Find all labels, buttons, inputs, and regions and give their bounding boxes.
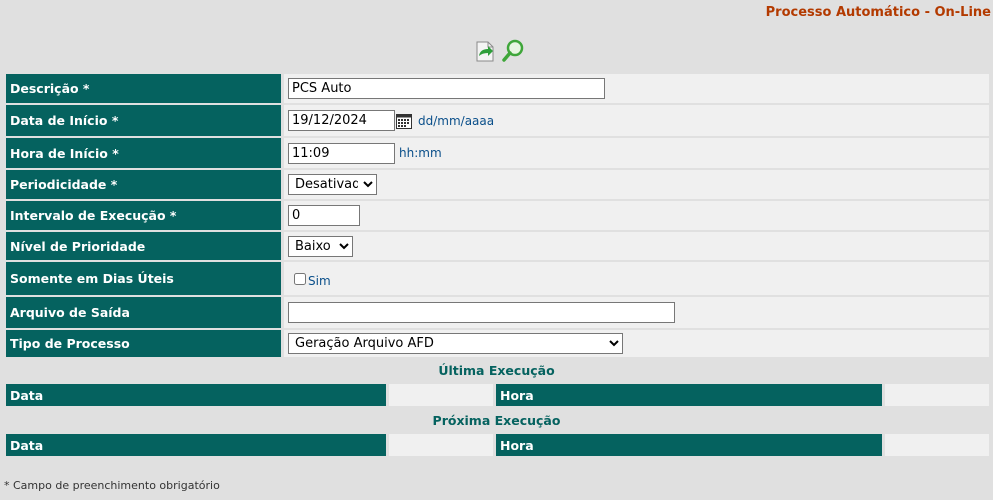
dias-uteis-option-label[interactable]: Sim [308, 274, 331, 288]
date-format-hint: dd/mm/aaaa [418, 113, 495, 128]
tipo-processo-label: Tipo de Processo [6, 330, 281, 357]
ultima-data-value [389, 384, 493, 406]
row-periodicidade: Periodicidade * Desativado [6, 170, 989, 199]
arquivo-saida-label: Arquivo de Saída [6, 297, 281, 328]
search-icon[interactable] [500, 38, 526, 64]
proxima-execucao-row: Data Hora [6, 434, 989, 456]
row-dias-uteis: Somente em Dias Úteis Sim [6, 262, 989, 295]
intervalo-input[interactable] [288, 205, 360, 226]
tipo-processo-select[interactable]: Geração Arquivo AFD [288, 333, 623, 354]
data-inicio-input[interactable] [288, 110, 395, 131]
row-hora-inicio: Hora de Início * hh:mm [6, 138, 989, 168]
save-export-icon[interactable] [472, 38, 498, 64]
row-prioridade: Nível de Prioridade Baixo [6, 232, 989, 260]
intervalo-label: Intervalo de Execução * [6, 201, 281, 230]
descricao-label: Descrição * [6, 74, 281, 103]
row-descricao: Descrição * [6, 74, 989, 103]
row-arquivo-saida: Arquivo de Saída [6, 297, 989, 328]
periodicidade-select[interactable]: Desativado [288, 174, 377, 195]
prioridade-select[interactable]: Baixo [288, 235, 353, 257]
data-inicio-label: Data de Início * [6, 105, 281, 136]
descricao-input[interactable] [288, 78, 605, 99]
dias-uteis-label: Somente em Dias Úteis [6, 262, 281, 295]
row-tipo-processo: Tipo de Processo Geração Arquivo AFD [6, 330, 989, 357]
periodicidade-label: Periodicidade * [6, 170, 281, 199]
proxima-data-value [389, 434, 493, 456]
calendar-icon[interactable] [396, 113, 412, 129]
proxima-hora-label: Hora [496, 434, 882, 456]
required-field-footnote: * Campo de preenchimento obrigatório [4, 479, 220, 492]
arquivo-saida-input[interactable] [288, 302, 675, 323]
time-format-hint: hh:mm [399, 146, 442, 160]
ultima-hora-value [885, 384, 989, 406]
ultima-data-label: Data [6, 384, 386, 406]
ultima-execucao-row: Data Hora [6, 384, 989, 406]
hora-inicio-label: Hora de Início * [6, 138, 281, 168]
prioridade-label: Nível de Prioridade [6, 232, 281, 260]
ultima-hora-label: Hora [496, 384, 882, 406]
row-intervalo: Intervalo de Execução * [6, 201, 989, 230]
proxima-execucao-title: Próxima Execução [432, 413, 561, 428]
dias-uteis-checkbox[interactable] [294, 272, 306, 285]
proxima-hora-value [885, 434, 989, 456]
hora-inicio-input[interactable] [288, 142, 395, 164]
row-data-inicio: Data de Início * dd/mm/aaaa [6, 105, 989, 136]
page-title: Processo Automático - On-Line [765, 5, 991, 20]
proxima-data-label: Data [6, 434, 386, 456]
ultima-execucao-title: Última Execução [438, 363, 555, 378]
